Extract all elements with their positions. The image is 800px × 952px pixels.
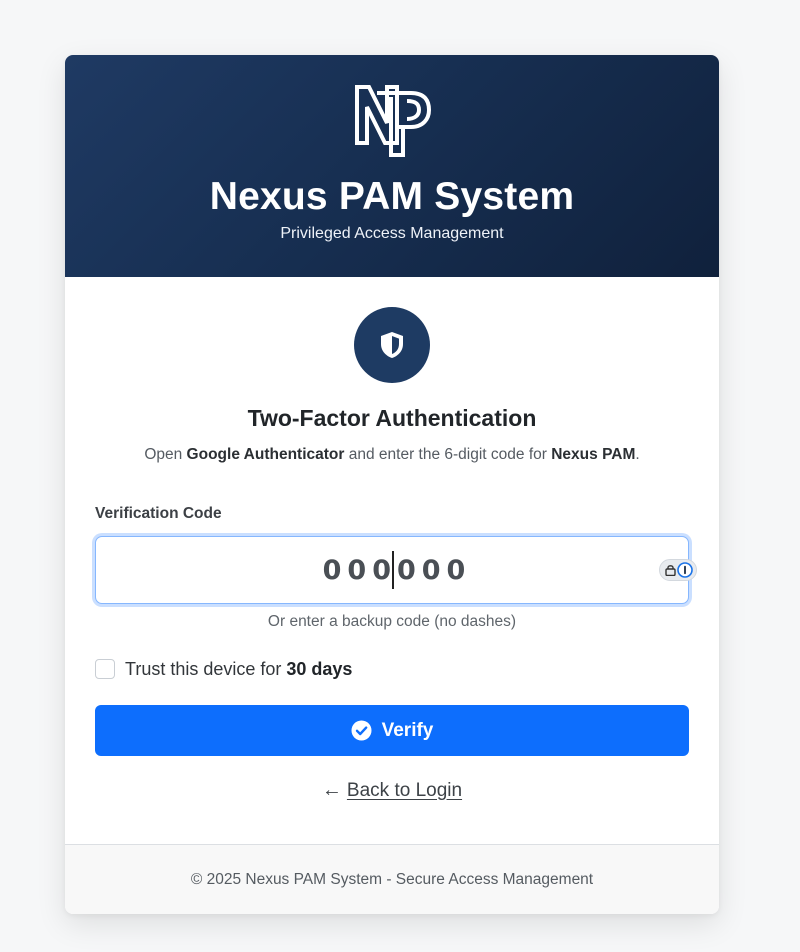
- check-circle-icon: [351, 720, 372, 741]
- verification-code-input[interactable]: 000000: [95, 536, 697, 604]
- trust-device-label-prefix: Trust this device for: [125, 658, 287, 679]
- card-footer: © 2025 Nexus PAM System - Secure Access …: [65, 844, 719, 914]
- app-subtitle: Privileged Access Management: [280, 225, 504, 242]
- auth-heading: Two-Factor Authentication: [247, 405, 537, 431]
- verification-code-label: Verification Code: [95, 505, 222, 522]
- shield-badge: [354, 307, 430, 383]
- backup-code-hint: Or enter a backup code (no dashes): [267, 613, 517, 630]
- trust-device-checkbox[interactable]: [95, 659, 115, 679]
- info-icon: [677, 562, 693, 578]
- verify-label: Verify: [381, 719, 434, 741]
- footer-text: © 2025 Nexus PAM System - Secure Access …: [190, 870, 594, 888]
- instruction-prefix: Open: [144, 446, 187, 463]
- authenticator-app-name: Google Authenticator: [186, 446, 345, 463]
- text-caret: [392, 551, 394, 589]
- instruction-middle: and enter the 6-digit code for: [344, 446, 552, 463]
- lock-icon: [665, 565, 676, 576]
- trust-device-label[interactable]: Trust this device for 30 days: [125, 659, 352, 680]
- service-name: Nexus PAM: [551, 446, 636, 463]
- back-to-login-label: Back to Login: [346, 779, 463, 801]
- card-header: Nexus PAM System Privileged Access Manag…: [65, 55, 719, 277]
- password-manager-button[interactable]: [659, 559, 697, 581]
- instruction-suffix: .: [635, 446, 640, 463]
- back-to-login-link[interactable]: ← Back to Login: [65, 779, 719, 802]
- trust-device-row: Trust this device for 30 days: [95, 658, 352, 680]
- arrow-left-icon: ←: [321, 779, 342, 801]
- auth-instruction: Open Google Authenticator and enter the …: [65, 446, 719, 464]
- trust-device-duration: 30 days: [286, 658, 353, 679]
- shield-icon: [381, 332, 403, 358]
- verify-button[interactable]: Verify: [95, 705, 689, 756]
- np-logo-icon: [355, 85, 432, 157]
- auth-card: Nexus PAM System Privileged Access Manag…: [65, 55, 719, 914]
- app-title: Nexus PAM System: [209, 175, 575, 218]
